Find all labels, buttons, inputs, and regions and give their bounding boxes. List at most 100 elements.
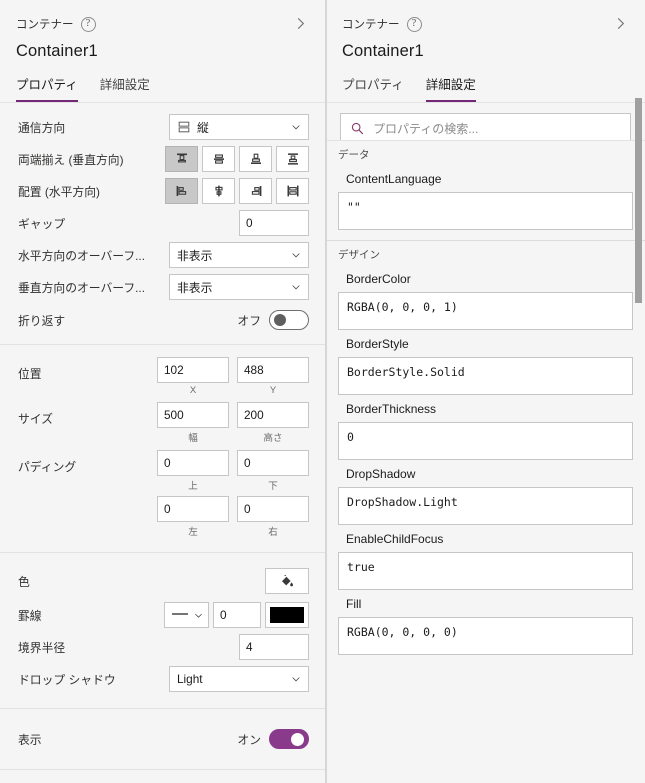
tab-advanced[interactable]: 詳細設定 [100, 74, 150, 102]
align-left-icon[interactable] [165, 178, 198, 204]
layout-vertical-icon [177, 120, 191, 134]
chevron-down-icon [290, 281, 302, 293]
border-radius-label: 境界半径 [18, 640, 66, 655]
overflow-x-value: 非表示 [177, 248, 213, 263]
visible-toggle[interactable] [269, 729, 309, 749]
right-advanced-panel: コンテナー ? Container1 プロパティ 詳細設定 プロパティの検索..… [326, 0, 645, 783]
justify-top-icon[interactable] [165, 146, 198, 172]
tab-properties[interactable]: プロパティ [16, 74, 78, 102]
property-label: DropShadow [346, 467, 416, 481]
border-thickness-input[interactable]: 0 [213, 602, 261, 628]
justify-label: 両端揃え (垂直方向) [18, 152, 124, 167]
breadcrumb-label: コンテナー [16, 19, 74, 31]
gap-label: ギャップ [18, 216, 66, 231]
property-borderthickness: BorderThickness 0 [326, 399, 645, 460]
property-value-input[interactable]: DropShadow.Light [338, 487, 633, 525]
padding-label: パディング [18, 460, 77, 474]
position-y-input[interactable]: 488 [237, 357, 309, 383]
property-value-input[interactable]: RGBA(0, 0, 0, 1) [338, 292, 633, 330]
visible-label: 表示 [18, 732, 42, 747]
size-width-input[interactable]: 500 [157, 402, 229, 428]
row-overflow-y: 垂直方向のオーバーフ... 非表示 [0, 271, 325, 303]
left-properties-panel: コンテナー ? Container1 プロパティ 詳細設定 通信方向 縦 両端揃… [0, 0, 326, 783]
row-border-radius: 境界半径 4 [0, 631, 325, 663]
breadcrumb: コンテナー ? [342, 14, 629, 34]
right-tabs: プロパティ 詳細設定 [342, 74, 629, 102]
breadcrumb: コンテナー ? [16, 14, 309, 34]
direction-label: 通信方向 [18, 120, 66, 135]
tab-advanced[interactable]: 詳細設定 [425, 74, 476, 102]
property-value-input[interactable]: RGBA(0, 0, 0, 0) [338, 617, 633, 655]
size-height-input[interactable]: 200 [237, 402, 309, 428]
chevron-right-icon[interactable] [287, 10, 313, 36]
page-title: Container1 [342, 42, 424, 60]
padding-left-input[interactable]: 0 [157, 496, 229, 522]
help-circle-icon[interactable]: ? [80, 16, 96, 32]
tab-properties[interactable]: プロパティ [342, 74, 404, 102]
row-align: 配置 (水平方向) [0, 175, 325, 207]
border-color-swatch[interactable] [265, 602, 309, 628]
property-value-input[interactable]: BorderStyle.Solid [338, 357, 633, 395]
drop-shadow-value: Light [177, 672, 203, 686]
section-divider-4 [0, 769, 325, 770]
size-label: サイズ [18, 412, 54, 426]
padding-top-caption: 上 [188, 481, 198, 492]
property-label: BorderColor [346, 272, 411, 286]
property-value-input[interactable]: true [338, 552, 633, 590]
overflow-y-value: 非表示 [177, 280, 213, 295]
property-value-input[interactable]: "" [338, 192, 633, 230]
search-placeholder: プロパティの検索... [373, 121, 479, 136]
padding-top-input[interactable]: 0 [157, 450, 229, 476]
padding-right-input[interactable]: 0 [237, 496, 309, 522]
drop-shadow-select[interactable]: Light [169, 666, 309, 692]
justify-bottom-icon[interactable] [239, 146, 272, 172]
padding-bottom-input[interactable]: 0 [237, 450, 309, 476]
position-x-input[interactable]: 102 [157, 357, 229, 383]
align-stretch-icon[interactable] [276, 178, 309, 204]
size-width-caption: 幅 [188, 433, 198, 444]
align-center-icon[interactable] [202, 178, 235, 204]
panel-separator [326, 0, 327, 783]
size-width-cell: 500 幅 [157, 402, 229, 444]
vertical-scrollbar[interactable] [635, 98, 642, 303]
row-wrap: 折り返す オフ [0, 303, 325, 337]
row-drop-shadow: ドロップ シャドウ Light [0, 663, 325, 695]
padding-left-caption: 左 [188, 527, 198, 538]
chevron-right-icon[interactable] [607, 10, 633, 36]
property-value-input[interactable]: 0 [338, 422, 633, 460]
wrap-label: 折り返す [18, 313, 66, 328]
overflow-y-select[interactable]: 非表示 [169, 274, 309, 300]
overflow-x-select[interactable]: 非表示 [169, 242, 309, 268]
properties-pane-root: コンテナー ? Container1 プロパティ 詳細設定 通信方向 縦 両端揃… [0, 0, 645, 783]
color-label: 色 [18, 574, 30, 589]
property-label: ContentLanguage [346, 172, 442, 186]
chevron-right-glyph [297, 17, 304, 29]
justify-space-between-icon[interactable] [276, 146, 309, 172]
advanced-properties-scroll[interactable]: データ ContentLanguage "" デザイン BorderColor … [326, 140, 645, 783]
direction-select[interactable]: 縦 [169, 114, 309, 140]
border-radius-input[interactable]: 4 [239, 634, 309, 660]
size-height-cell: 200 高さ [237, 402, 309, 444]
wrap-toggle[interactable] [269, 310, 309, 330]
paint-bucket-icon[interactable] [265, 568, 309, 594]
border-style-select[interactable] [164, 602, 209, 628]
padding-bottom-caption: 下 [268, 481, 278, 492]
toggle-knob [274, 314, 286, 326]
padding-left-cell: 0 左 [157, 496, 229, 538]
search-icon [350, 121, 365, 136]
align-right-icon[interactable] [239, 178, 272, 204]
gap-input[interactable]: 0 [239, 210, 309, 236]
property-borderstyle: BorderStyle BorderStyle.Solid [326, 334, 645, 395]
help-circle-icon[interactable]: ? [406, 16, 422, 32]
row-size: サイズ 500 幅 200 高さ [0, 402, 325, 444]
justify-center-icon[interactable] [202, 146, 235, 172]
chevron-down-icon [290, 249, 302, 261]
border-label: 罫線 [18, 608, 42, 623]
page-title: Container1 [16, 42, 98, 60]
group-header-data: データ [338, 149, 370, 161]
search-input[interactable]: プロパティの検索... [340, 113, 631, 143]
breadcrumb-label: コンテナー [342, 19, 400, 31]
property-enablechildfocus: EnableChildFocus true [326, 529, 645, 590]
chevron-down-icon [290, 121, 302, 133]
row-visible: 表示 オン [0, 723, 325, 755]
